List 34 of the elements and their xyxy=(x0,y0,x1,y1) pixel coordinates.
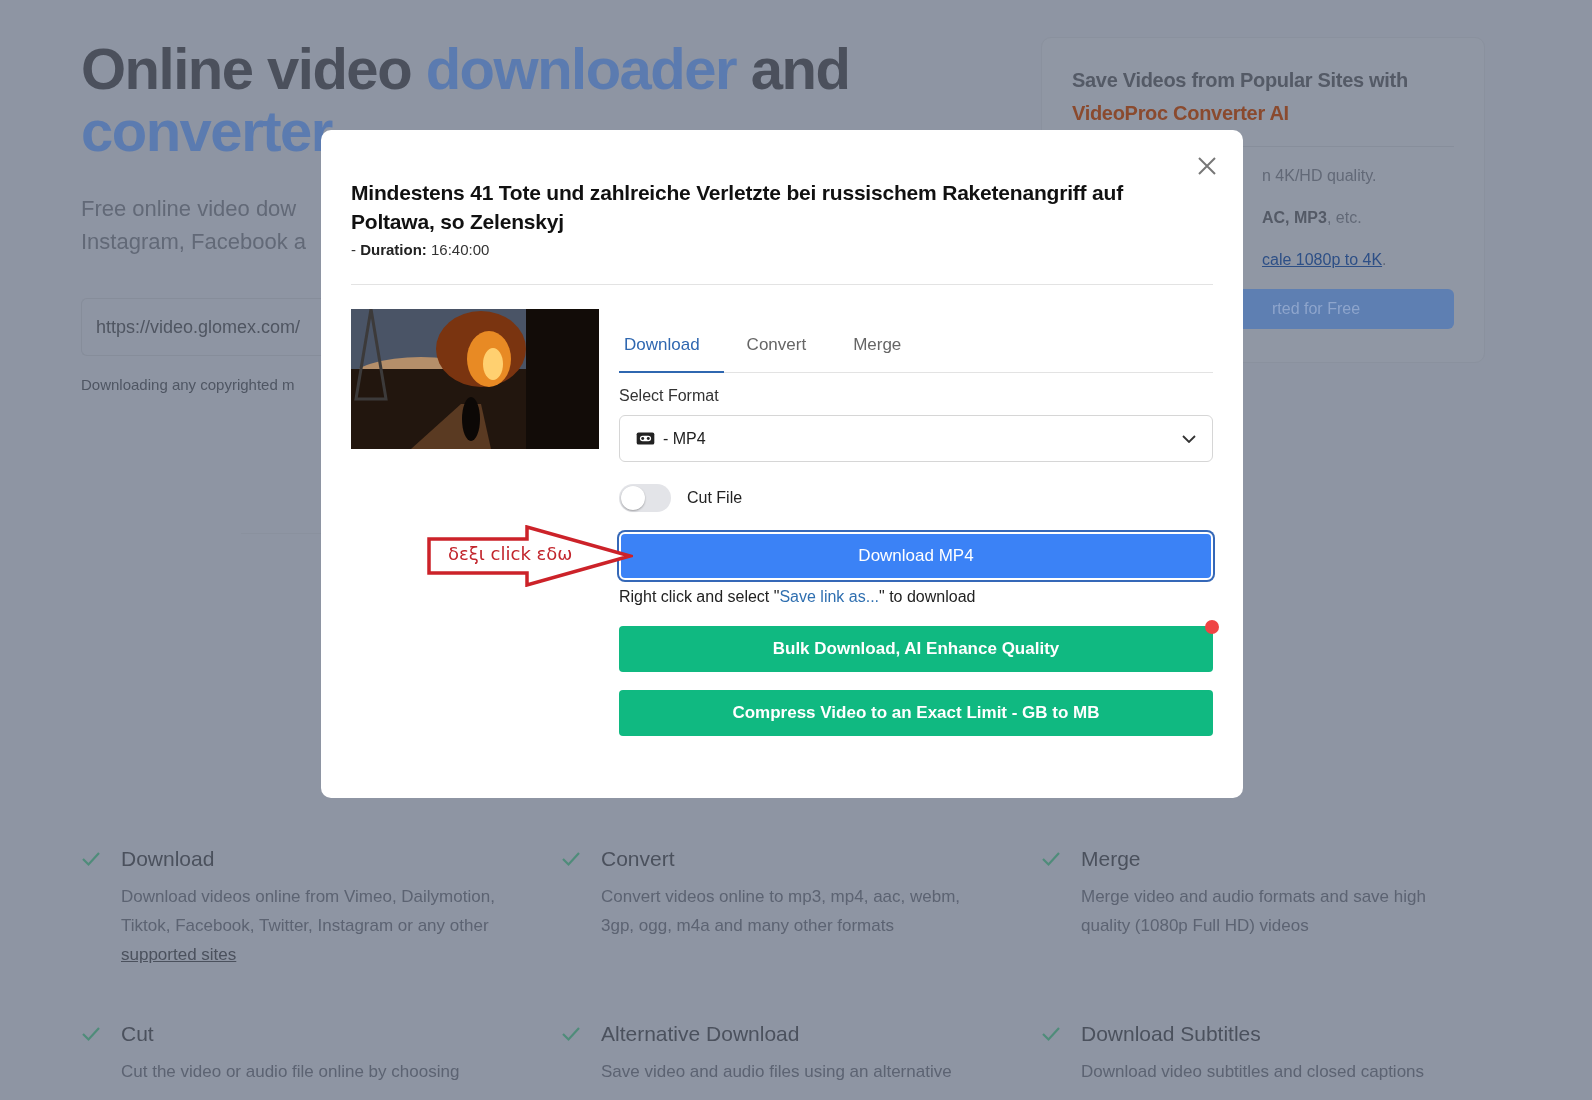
feature-title: Alternative Download xyxy=(601,1021,801,1047)
save-link-link[interactable]: Save link as... xyxy=(779,588,880,605)
feature-title: Download xyxy=(121,846,216,872)
promo-text: cale 1080p to 4K. xyxy=(1262,250,1388,270)
feature-title: Convert xyxy=(601,846,676,872)
promo-title: Save Videos from Popular Sites with VideoProc Converter AI xyxy=(1072,68,1409,126)
cassette-icon xyxy=(636,432,655,445)
field-label: Select Format xyxy=(619,387,720,405)
check-icon xyxy=(1041,851,1061,867)
video-title: Mindestens 41 Tote und zahlreiche Verletzte bei russischem Raketenangriff auf Poltawa, so Zelenskyj xyxy=(351,180,1125,235)
check-icon xyxy=(561,1026,581,1042)
copyright-notice: Downloading any copyrighted m xyxy=(81,376,295,393)
download-hint: Right click and select "Save link as..." to download xyxy=(619,588,977,606)
toggle-switch[interactable] xyxy=(619,484,671,512)
video-duration: - Duration: 16:40:00 xyxy=(351,241,491,258)
tab[interactable]: Merge xyxy=(848,321,926,373)
annotation-text: δεξι click εδω xyxy=(448,543,573,564)
feature-title: Download Subtitles xyxy=(1081,1021,1262,1047)
check-icon xyxy=(81,851,101,867)
download-button[interactable]: Download MP4 xyxy=(619,532,1213,580)
chevron-icon xyxy=(1182,434,1196,443)
tab[interactable]: Convert xyxy=(741,321,831,373)
feature-title: Merge xyxy=(1081,846,1142,872)
toggle-label: Cut File xyxy=(687,489,743,507)
close-icon[interactable] xyxy=(1197,156,1217,176)
supported-sites-link[interactable]: supported sites xyxy=(121,945,237,964)
action-button[interactable]: Bulk Download, AI Enhance Quality xyxy=(619,626,1213,672)
tab[interactable]: Download xyxy=(619,321,724,373)
action-button[interactable]: Compress Video to an Exact Limit - GB to MB xyxy=(619,690,1213,736)
format-select[interactable]: - MP4 xyxy=(619,415,1213,462)
check-icon xyxy=(81,1026,101,1042)
check-icon xyxy=(1041,1026,1061,1042)
check-icon xyxy=(561,851,581,867)
feature-title: Cut xyxy=(121,1021,155,1047)
